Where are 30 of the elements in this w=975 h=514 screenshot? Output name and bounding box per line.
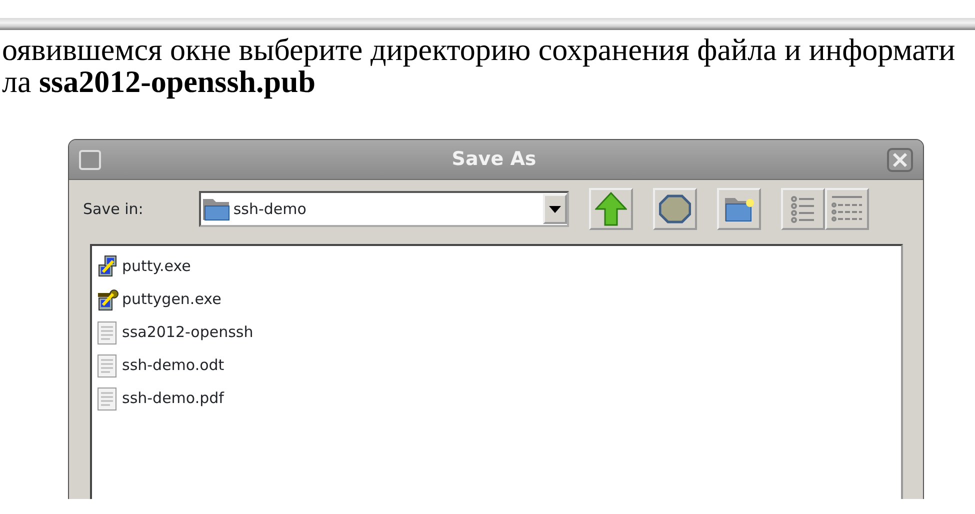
instruction-text: ла ssa2012-openssh.pub <box>2 66 316 98</box>
putty-icon <box>96 254 119 278</box>
details-icon <box>830 194 864 224</box>
file-name[interactable]: ssh-demo.odt <box>122 354 224 377</box>
list-view-button[interactable] <box>781 188 826 230</box>
up-folder-button[interactable] <box>589 188 634 230</box>
save-in-label: Save in: <box>83 198 144 220</box>
instruction-text: оявившемся окне выберите директорию сохранения файла и информати <box>2 34 956 66</box>
new-folder-icon <box>723 195 756 223</box>
document-icon <box>96 354 119 378</box>
desktop-button[interactable] <box>653 188 698 230</box>
file-name[interactable]: ssh-demo.pdf <box>122 387 224 410</box>
window-title: Save As <box>450 147 538 172</box>
details-view-button[interactable] <box>825 188 870 230</box>
dropdown-button[interactable] <box>543 194 568 224</box>
file-name[interactable]: ssa2012-openssh <box>122 321 254 344</box>
file-name[interactable]: putty.exe <box>122 255 191 278</box>
folder-dropdown[interactable]: ssh-demo <box>199 191 570 227</box>
octagon-icon <box>659 194 692 224</box>
caret-icon <box>549 206 562 212</box>
folder-name: ssh-demo <box>232 198 308 220</box>
new-folder-button[interactable] <box>717 188 762 230</box>
document-icon <box>96 320 119 344</box>
window-menu-icon[interactable] <box>79 150 101 170</box>
up-arrow-icon <box>595 192 628 226</box>
document-icon <box>96 386 119 410</box>
close-icon[interactable] <box>887 148 913 172</box>
file-name[interactable]: puttygen.exe <box>122 288 222 311</box>
folder-icon <box>201 196 232 222</box>
puttygen-icon <box>96 288 119 312</box>
